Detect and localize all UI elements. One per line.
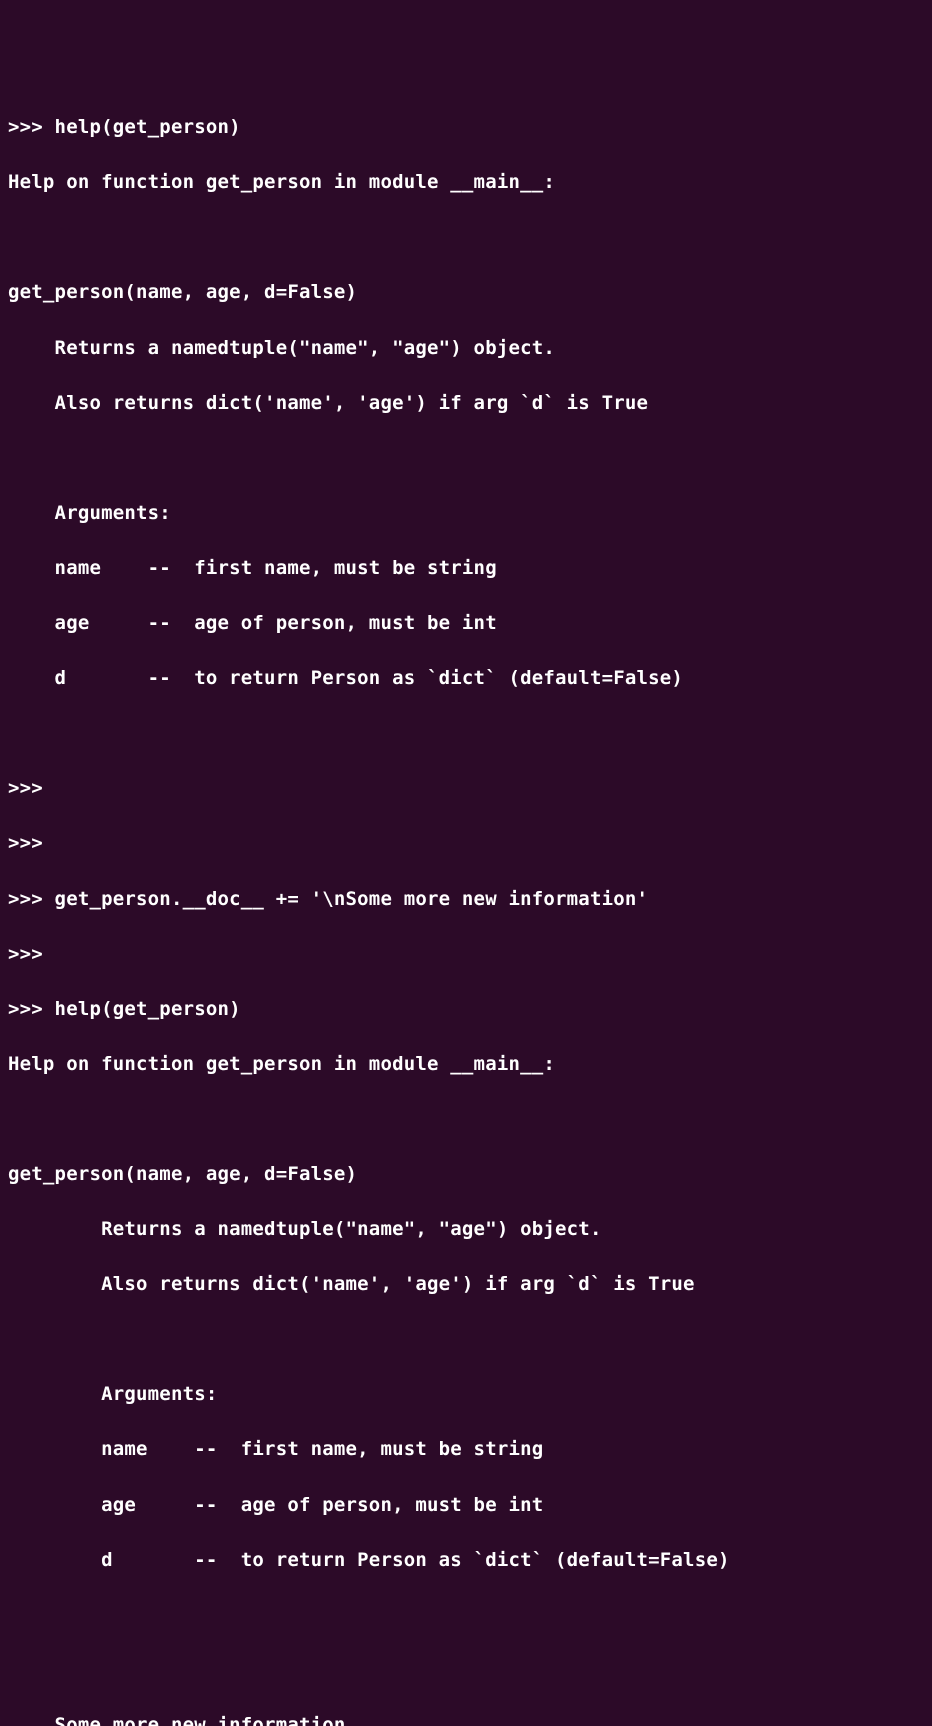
terminal-line: [8, 720, 924, 748]
terminal-line: name -- first name, must be string: [8, 555, 924, 583]
terminal-line: Some more new information: [8, 1712, 924, 1726]
terminal-line: >>>: [8, 830, 924, 858]
terminal-line: Also returns dict('name', 'age') if arg …: [8, 1271, 924, 1299]
terminal-line: >>> help(get_person): [8, 996, 924, 1024]
terminal-line: d -- to return Person as `dict` (default…: [8, 1547, 924, 1575]
terminal-line: name -- first name, must be string: [8, 1436, 924, 1464]
terminal-line: [8, 224, 924, 252]
terminal-line: get_person(name, age, d=False): [8, 1161, 924, 1189]
terminal-line: >>> help(get_person): [8, 114, 924, 142]
terminal-line: Help on function get_person in module __…: [8, 1051, 924, 1079]
terminal-line: d -- to return Person as `dict` (default…: [8, 665, 924, 693]
terminal-line: [8, 445, 924, 473]
terminal-line: Arguments:: [8, 500, 924, 528]
terminal-line: >>>: [8, 941, 924, 969]
terminal-line: get_person(name, age, d=False): [8, 279, 924, 307]
terminal-line: [8, 1657, 924, 1685]
terminal-line: [8, 1106, 924, 1134]
terminal-line: age -- age of person, must be int: [8, 610, 924, 638]
terminal-line: >>> get_person.__doc__ += '\nSome more n…: [8, 886, 924, 914]
terminal-line: Also returns dict('name', 'age') if arg …: [8, 390, 924, 418]
terminal-line: [8, 1326, 924, 1354]
terminal-line: Returns a namedtuple("name", "age") obje…: [8, 335, 924, 363]
terminal-line: Returns a namedtuple("name", "age") obje…: [8, 1216, 924, 1244]
terminal-line: [8, 1602, 924, 1630]
terminal-line: >>>: [8, 775, 924, 803]
terminal-line: Help on function get_person in module __…: [8, 169, 924, 197]
terminal-line: Arguments:: [8, 1381, 924, 1409]
terminal-line: age -- age of person, must be int: [8, 1492, 924, 1520]
